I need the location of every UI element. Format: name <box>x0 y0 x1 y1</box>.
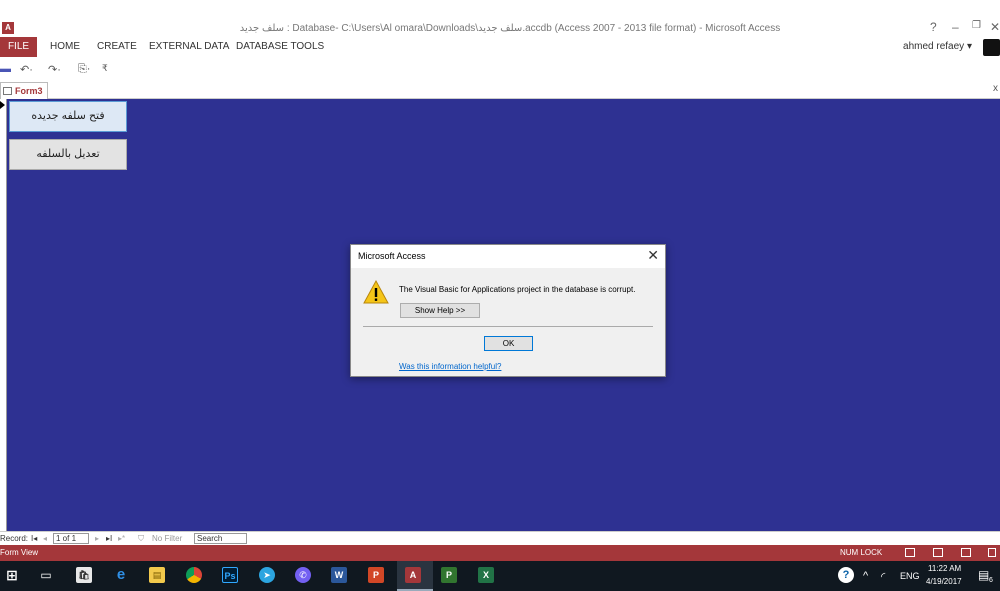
quick-access-toolbar: ▬ ↶· ↷· ⎘· ₹ <box>0 62 200 80</box>
ok-button[interactable]: OK <box>484 336 533 351</box>
help-tray-icon[interactable]: ? <box>838 567 854 583</box>
user-name: ahmed refaey <box>903 41 965 52</box>
language-indicator[interactable]: ENG <box>900 571 920 581</box>
network-icon[interactable]: ◜ <box>881 570 885 583</box>
help-icon[interactable]: ? <box>930 20 937 34</box>
save-icon[interactable]: ▬ <box>0 63 11 75</box>
show-help-button[interactable]: Show Help >> <box>400 303 480 318</box>
document-tabs: Form3 x <box>0 82 1000 99</box>
dialog-message: The Visual Basic for Applications projec… <box>399 285 636 294</box>
title-bar: A سلف جديد : Database- C:\Users\Al omara… <box>0 0 1000 34</box>
close-document-icon[interactable]: x <box>993 83 998 94</box>
next-record-icon[interactable]: ▸ <box>95 534 99 543</box>
form-view-icon[interactable] <box>905 548 915 557</box>
search-input[interactable]: Search <box>194 533 247 544</box>
first-record-icon[interactable]: I◂ <box>31 534 37 543</box>
access-logo-icon: A <box>2 22 14 34</box>
ribbon-tabs: FILE HOME CREATE EXTERNAL DATA DATABASE … <box>0 37 1000 59</box>
project-icon[interactable]: P <box>441 567 457 583</box>
task-view-icon[interactable]: ▭ <box>38 567 54 583</box>
access-icon[interactable]: A <box>405 567 421 583</box>
word-icon[interactable]: W <box>331 567 347 583</box>
close-button[interactable]: ✕ <box>990 20 1000 34</box>
restore-button[interactable]: ❐ <box>972 20 981 31</box>
store-icon[interactable]: 🛍 <box>76 567 92 583</box>
new-record-icon[interactable]: ▸* <box>118 534 125 543</box>
dialog-title-bar: Microsoft Access ✕ <box>351 245 665 268</box>
notification-count: 6 <box>989 577 993 584</box>
telegram-icon[interactable]: ➤ <box>259 567 275 583</box>
edit-advance-button[interactable]: تعديل بالسلفه <box>9 139 127 170</box>
redo-icon[interactable]: ↷· <box>48 63 61 76</box>
tab-external-data[interactable]: EXTERNAL DATA <box>149 37 229 57</box>
tab-file[interactable]: FILE <box>0 37 37 57</box>
new-advance-button[interactable]: فتح سلفه جديده <box>9 101 127 132</box>
record-selector[interactable] <box>0 99 7 531</box>
record-label: Record: <box>0 534 29 543</box>
windows-taskbar: ⊞ ▭ 🛍 e ▤ Ps ➤ ✆ W P A P X ? ^ ◜ ENG 11:… <box>0 561 1000 591</box>
form-icon <box>3 87 12 95</box>
tab-form3-label: Form3 <box>15 86 43 96</box>
powerpoint-icon[interactable]: P <box>368 567 384 583</box>
current-record-icon <box>0 101 5 109</box>
prev-record-icon[interactable]: ◂ <box>43 534 47 543</box>
window-title: سلف جديد : Database- C:\Users\Al omara\D… <box>239 23 781 34</box>
status-bar: Form View NUM LOCK <box>0 545 1000 561</box>
chrome-icon[interactable] <box>186 567 202 583</box>
design-view-icon[interactable] <box>988 548 996 557</box>
layout-view-icon[interactable] <box>961 548 971 557</box>
explorer-icon[interactable]: ▤ <box>149 567 165 583</box>
dialog-close-icon[interactable]: ✕ <box>647 247 659 264</box>
dialog-divider <box>363 326 653 327</box>
notification-icon[interactable]: ▤ <box>978 568 989 582</box>
chevron-down-icon: ▾ <box>966 41 972 52</box>
warning-icon <box>363 280 389 304</box>
record-navigation-bar: Record: I◂ ◂ 1 of 1 ▸ ▸I ▸* ⛉ No Filter … <box>0 531 1000 545</box>
no-filter-button[interactable]: No Filter <box>152 534 182 543</box>
error-dialog: Microsoft Access ✕ The Visual Basic for … <box>350 244 666 377</box>
customize-qat-icon[interactable]: ₹ <box>102 63 108 74</box>
record-number-input[interactable]: 1 of 1 <box>53 533 89 544</box>
tab-form3[interactable]: Form3 <box>0 82 48 99</box>
tab-home[interactable]: HOME <box>50 37 80 57</box>
tab-database-tools[interactable]: DATABASE TOOLS <box>236 37 324 57</box>
filter-icon: ⛉ <box>138 534 144 543</box>
tab-create[interactable]: CREATE <box>97 37 137 57</box>
datasheet-view-icon[interactable] <box>933 548 943 557</box>
excel-icon[interactable]: X <box>478 567 494 583</box>
clock-date[interactable]: 4/19/2017 <box>926 577 962 586</box>
last-record-icon[interactable]: ▸I <box>106 534 112 543</box>
clock-time[interactable]: 11:22 AM <box>928 564 961 573</box>
minimize-button[interactable]: – <box>952 20 959 34</box>
undo-icon[interactable]: ↶· <box>20 63 33 76</box>
copy-icon[interactable]: ⎘· <box>78 63 90 76</box>
edge-icon[interactable]: e <box>113 567 129 583</box>
avatar[interactable] <box>983 39 1000 56</box>
numlock-indicator: NUM LOCK <box>840 548 883 557</box>
view-status: Form View <box>0 548 39 557</box>
show-hidden-icons-icon[interactable]: ^ <box>863 570 868 582</box>
photoshop-icon[interactable]: Ps <box>222 567 238 583</box>
viber-icon[interactable]: ✆ <box>295 567 311 583</box>
user-account[interactable]: ahmed refaey ▾ <box>903 41 972 52</box>
windows-icon[interactable]: ⊞ <box>4 567 20 583</box>
dialog-title: Microsoft Access <box>358 251 426 261</box>
feedback-link[interactable]: Was this information helpful? <box>399 362 501 371</box>
